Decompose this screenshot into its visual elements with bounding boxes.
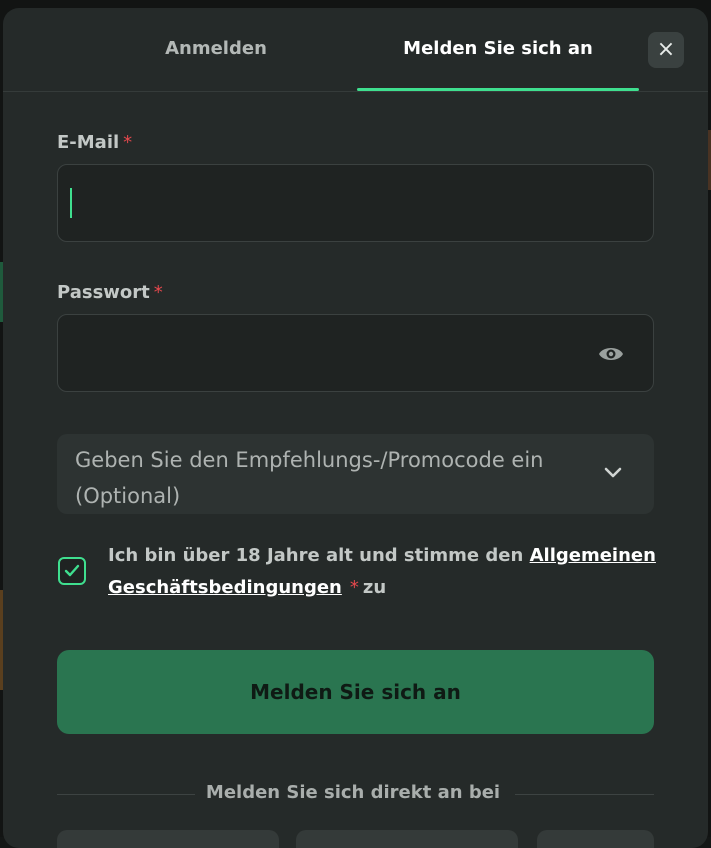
password-field-wrapper — [57, 314, 654, 392]
register-modal: Anmelden Melden Sie sich an × E-Mail * Pa… — [3, 8, 708, 848]
tab-login[interactable]: Anmelden — [58, 38, 374, 92]
social-login-button[interactable] — [57, 830, 279, 848]
social-login-button[interactable] — [537, 830, 654, 848]
active-tab-indicator — [357, 88, 639, 91]
terms-text-before: Ich bin über 18 Jahre alt und stimme den — [108, 545, 524, 566]
password-label-text: Passwort — [57, 282, 150, 303]
promo-code-toggle[interactable]: Geben Sie den Empfehlungs-/Promocode ein… — [57, 434, 654, 514]
email-field-wrapper — [57, 164, 654, 242]
register-submit-label: Melden Sie sich an — [250, 680, 461, 704]
terms-text-after: zu — [362, 577, 387, 598]
terms-text: Ich bin über 18 Jahre alt und stimme den… — [108, 540, 668, 604]
tab-register-label: Melden Sie sich an — [403, 38, 593, 59]
social-login-heading: Melden Sie sich direkt an bei — [205, 782, 501, 803]
text-caret — [70, 188, 72, 218]
promo-code-text: Geben Sie den Empfehlungs-/Promocode ein… — [75, 448, 544, 508]
social-login-button[interactable] — [296, 830, 518, 848]
auth-tabs: Anmelden Melden Sie sich an — [3, 8, 708, 92]
divider-left — [57, 794, 195, 795]
terms-checkbox[interactable] — [58, 557, 86, 585]
register-submit-button[interactable]: Melden Sie sich an — [57, 650, 654, 734]
password-field[interactable] — [70, 315, 590, 391]
terms-required-mark: * — [349, 577, 359, 598]
email-label: E-Mail * — [57, 132, 132, 153]
tab-register[interactable]: Melden Sie sich an — [357, 38, 639, 92]
password-required-mark: * — [153, 282, 163, 303]
eye-icon[interactable] — [598, 344, 624, 364]
password-label: Passwort * — [57, 282, 163, 303]
divider-right — [515, 794, 654, 795]
email-label-text: E-Mail — [57, 132, 120, 153]
close-icon: × — [656, 37, 676, 62]
checkmark-icon — [64, 564, 80, 577]
close-button[interactable]: × — [648, 32, 684, 68]
chevron-down-icon — [603, 465, 623, 479]
email-required-mark: * — [123, 132, 133, 153]
email-field[interactable] — [70, 165, 590, 241]
tab-login-label: Anmelden — [165, 38, 267, 59]
